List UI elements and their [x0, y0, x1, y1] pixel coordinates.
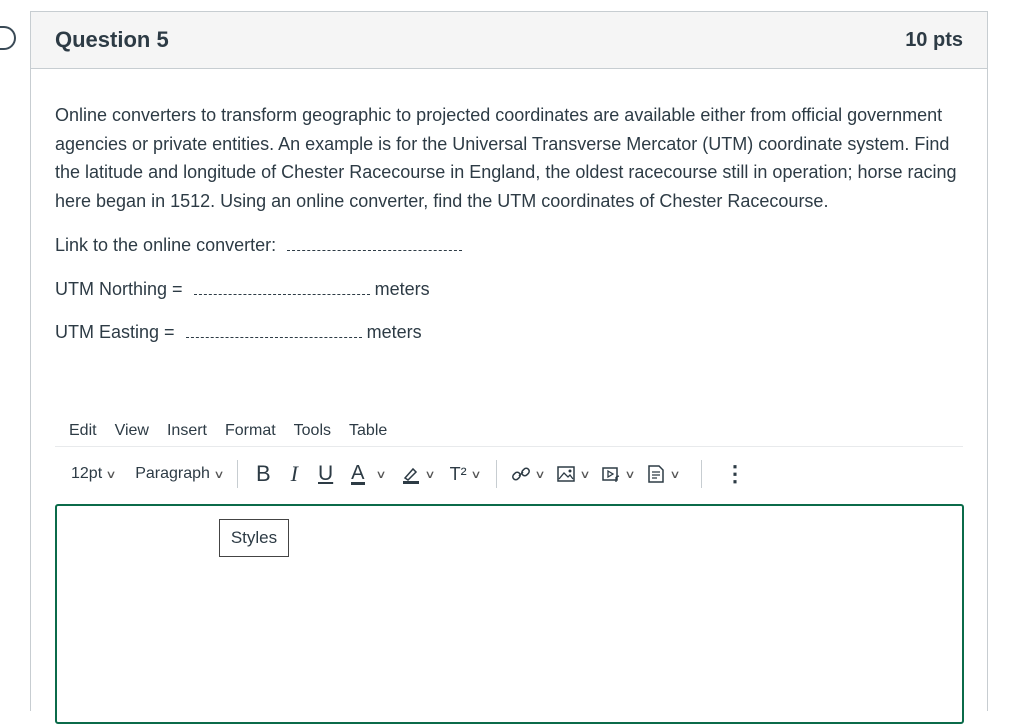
font-color-button[interactable]: A ∨	[343, 456, 392, 492]
media-button[interactable]: ∨	[595, 456, 640, 492]
superscript-button[interactable]: T² ∨	[442, 456, 488, 492]
link-line: Link to the online converter:	[55, 231, 963, 260]
bold-button[interactable]: B	[246, 456, 281, 492]
northing-line: UTM Northing = meters	[55, 275, 963, 304]
image-button[interactable]: ∨	[550, 456, 595, 492]
northing-blank	[193, 280, 370, 295]
italic-button[interactable]: I	[281, 456, 308, 492]
toolbar-separator	[236, 460, 238, 488]
chevron-down-icon: ∨	[213, 468, 225, 481]
question-title: Question 5	[55, 27, 169, 52]
chevron-down-icon: ∨	[470, 468, 482, 481]
rich-text-editor[interactable]	[55, 504, 964, 724]
font-size-select[interactable]: 12pt ∨	[55, 456, 121, 492]
question-body: Online converters to transform geographi…	[31, 69, 987, 347]
media-icon	[602, 467, 620, 482]
underline-icon: U	[318, 462, 334, 485]
chevron-down-icon: ∨	[624, 468, 636, 481]
document-button[interactable]: ∨	[640, 456, 685, 492]
question-header: Question 5 10 pts	[31, 12, 987, 69]
question-card: Question 5 10 pts Online converters to t…	[30, 11, 988, 724]
northing-unit: meters	[374, 278, 430, 299]
underline-button[interactable]: U	[308, 456, 343, 492]
highlight-icon	[402, 467, 419, 484]
question-text: Online converters to transform geographi…	[55, 105, 957, 211]
menu-insert[interactable]: Insert	[158, 422, 216, 440]
styles-popup[interactable]: Styles	[219, 519, 289, 557]
italic-icon: I	[290, 461, 298, 486]
chevron-down-icon: ∨	[534, 468, 546, 481]
block-format-select[interactable]: Paragraph ∨	[121, 456, 229, 492]
menu-table[interactable]: Table	[340, 422, 396, 440]
chevron-down-icon: ∨	[579, 468, 591, 481]
more-button[interactable]: ⋮	[710, 456, 760, 492]
font-color-icon: A	[351, 461, 365, 485]
link-label: Link to the online converter:	[55, 235, 277, 255]
easting-line: UTM Easting = meters	[55, 318, 963, 347]
block-format-value: Paragraph	[135, 465, 210, 482]
menu-view[interactable]: View	[106, 422, 158, 440]
image-icon	[557, 466, 575, 482]
toolbar-separator	[495, 460, 497, 488]
chevron-down-icon: ∨	[105, 468, 117, 481]
chevron-down-icon: ∨	[423, 468, 436, 481]
font-size-value: 12pt	[71, 465, 103, 482]
toolbar-separator	[700, 460, 702, 488]
link-button[interactable]: ∨	[505, 456, 550, 492]
menu-edit[interactable]: Edit	[55, 422, 106, 440]
bold-icon: B	[255, 461, 271, 486]
link-icon	[511, 467, 530, 481]
question-points: 10 pts	[905, 28, 963, 51]
northing-label: UTM Northing =	[55, 278, 183, 299]
easting-unit: meters	[366, 322, 422, 342]
document-icon	[648, 465, 664, 483]
flag-question-icon[interactable]	[0, 26, 16, 50]
easting-label: UTM Easting =	[55, 322, 175, 342]
menu-format[interactable]: Format	[216, 422, 285, 440]
chevron-down-icon: ∨	[374, 468, 387, 481]
editor-menubar: Edit View Insert Format Tools Table	[55, 416, 963, 447]
more-icon: ⋮	[723, 461, 746, 486]
easting-blank	[185, 323, 362, 338]
link-blank	[287, 236, 463, 251]
editor-toolbar: 12pt ∨ Paragraph ∨ B I U A ∨ ∨ T² ∨ ∨ ∨ …	[55, 456, 963, 492]
highlight-button[interactable]: ∨	[393, 456, 442, 492]
chevron-down-icon: ∨	[669, 468, 681, 481]
menu-tools[interactable]: Tools	[285, 422, 340, 440]
superscript-icon: T²	[449, 463, 467, 484]
